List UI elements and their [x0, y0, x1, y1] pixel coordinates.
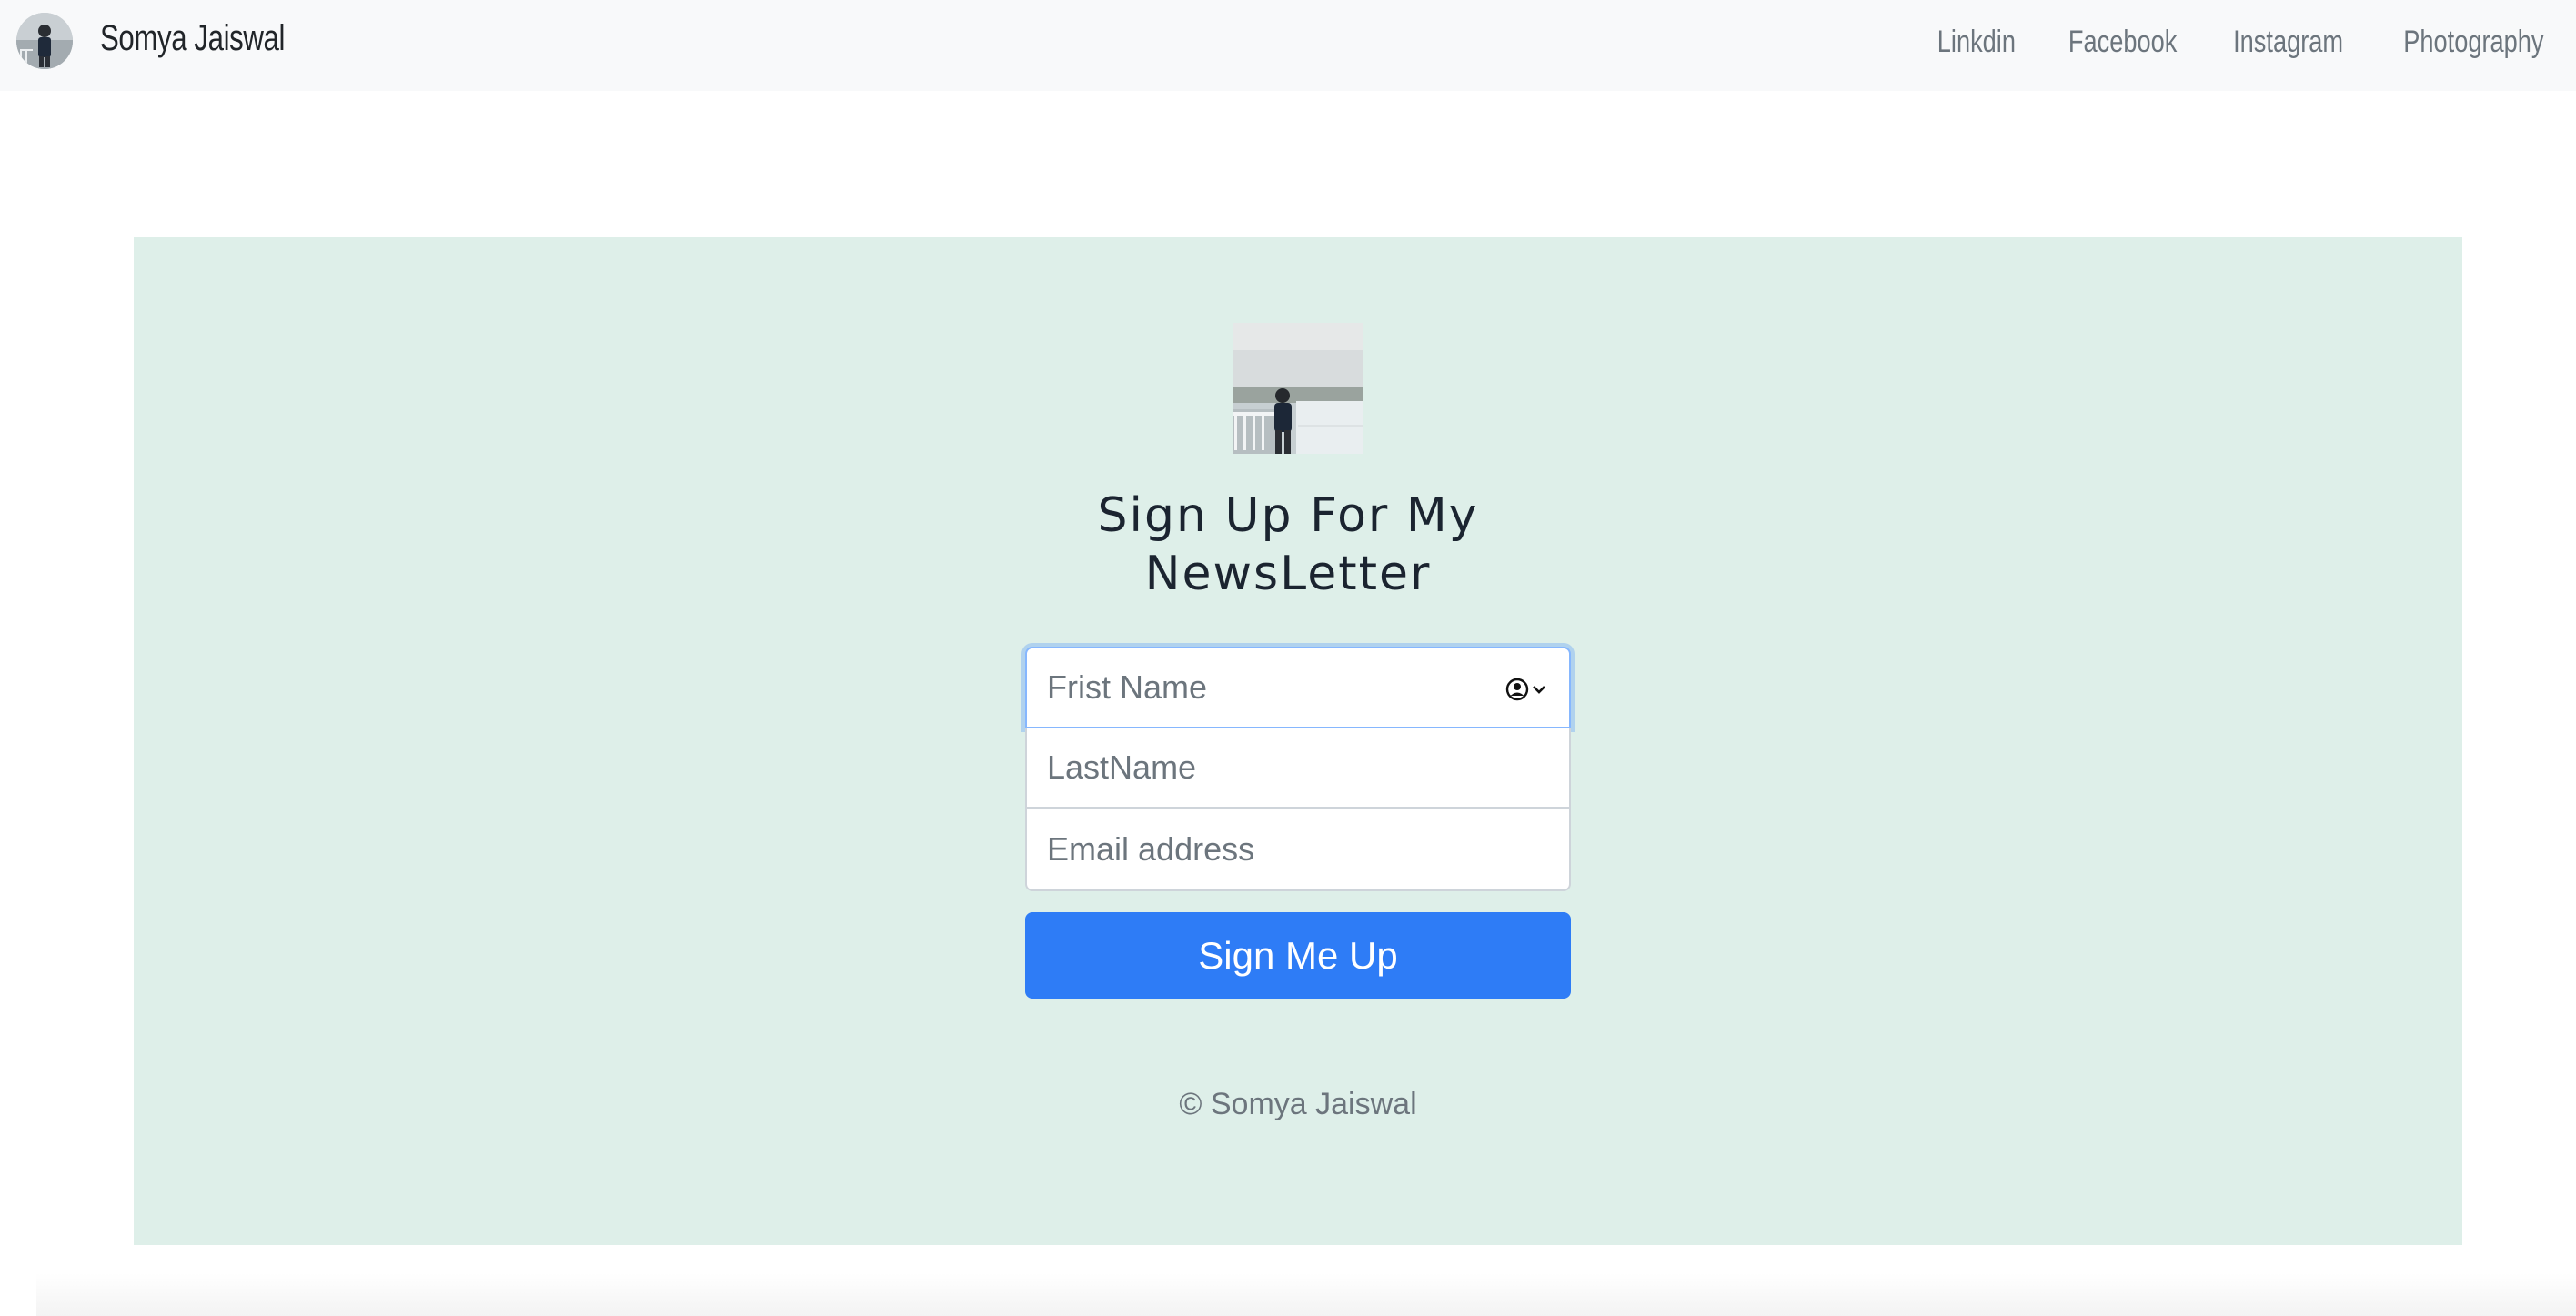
profile-photo	[1233, 323, 1363, 454]
sign-me-up-button[interactable]: Sign Me Up	[1025, 912, 1571, 999]
avatar-image	[16, 13, 73, 69]
heading-line-2: NewsLetter	[1144, 547, 1432, 601]
newsletter-heading: Sign Up For My NewsLetter	[970, 487, 1606, 603]
heading-line-1: Sign Up For My	[1097, 488, 1479, 543]
chevron-down-icon	[1533, 686, 1545, 694]
autofill-button[interactable]	[1505, 676, 1549, 703]
last-name-input[interactable]	[1027, 728, 1569, 807]
email-field	[1025, 809, 1571, 891]
brand-name[interactable]: Somya Jaiswal	[100, 18, 285, 59]
nav-link-linkedin[interactable]: Linkdin	[1926, 25, 2028, 60]
person-circle-icon	[1505, 678, 1529, 701]
first-name-input[interactable]	[1027, 648, 1569, 727]
signup-form	[1025, 647, 1571, 891]
nav-link-photography[interactable]: Photography	[2392, 25, 2556, 60]
footer-copyright: © Somya Jaiswal	[1179, 1087, 1417, 1121]
profile-photo-image	[1233, 323, 1363, 454]
nav-links: Linkdin Facebook Instagram Photography	[1913, 22, 2576, 62]
email-input[interactable]	[1027, 809, 1569, 889]
last-name-field	[1025, 728, 1571, 809]
first-name-field	[1025, 647, 1571, 728]
nav-link-facebook[interactable]: Facebook	[2057, 25, 2189, 60]
brand-avatar[interactable]	[16, 13, 73, 69]
nav-link-instagram[interactable]: Instagram	[2221, 25, 2355, 60]
navbar: Somya Jaiswal Linkdin Facebook Instagram…	[0, 0, 2576, 91]
page-bottom-edge	[36, 1273, 2576, 1316]
